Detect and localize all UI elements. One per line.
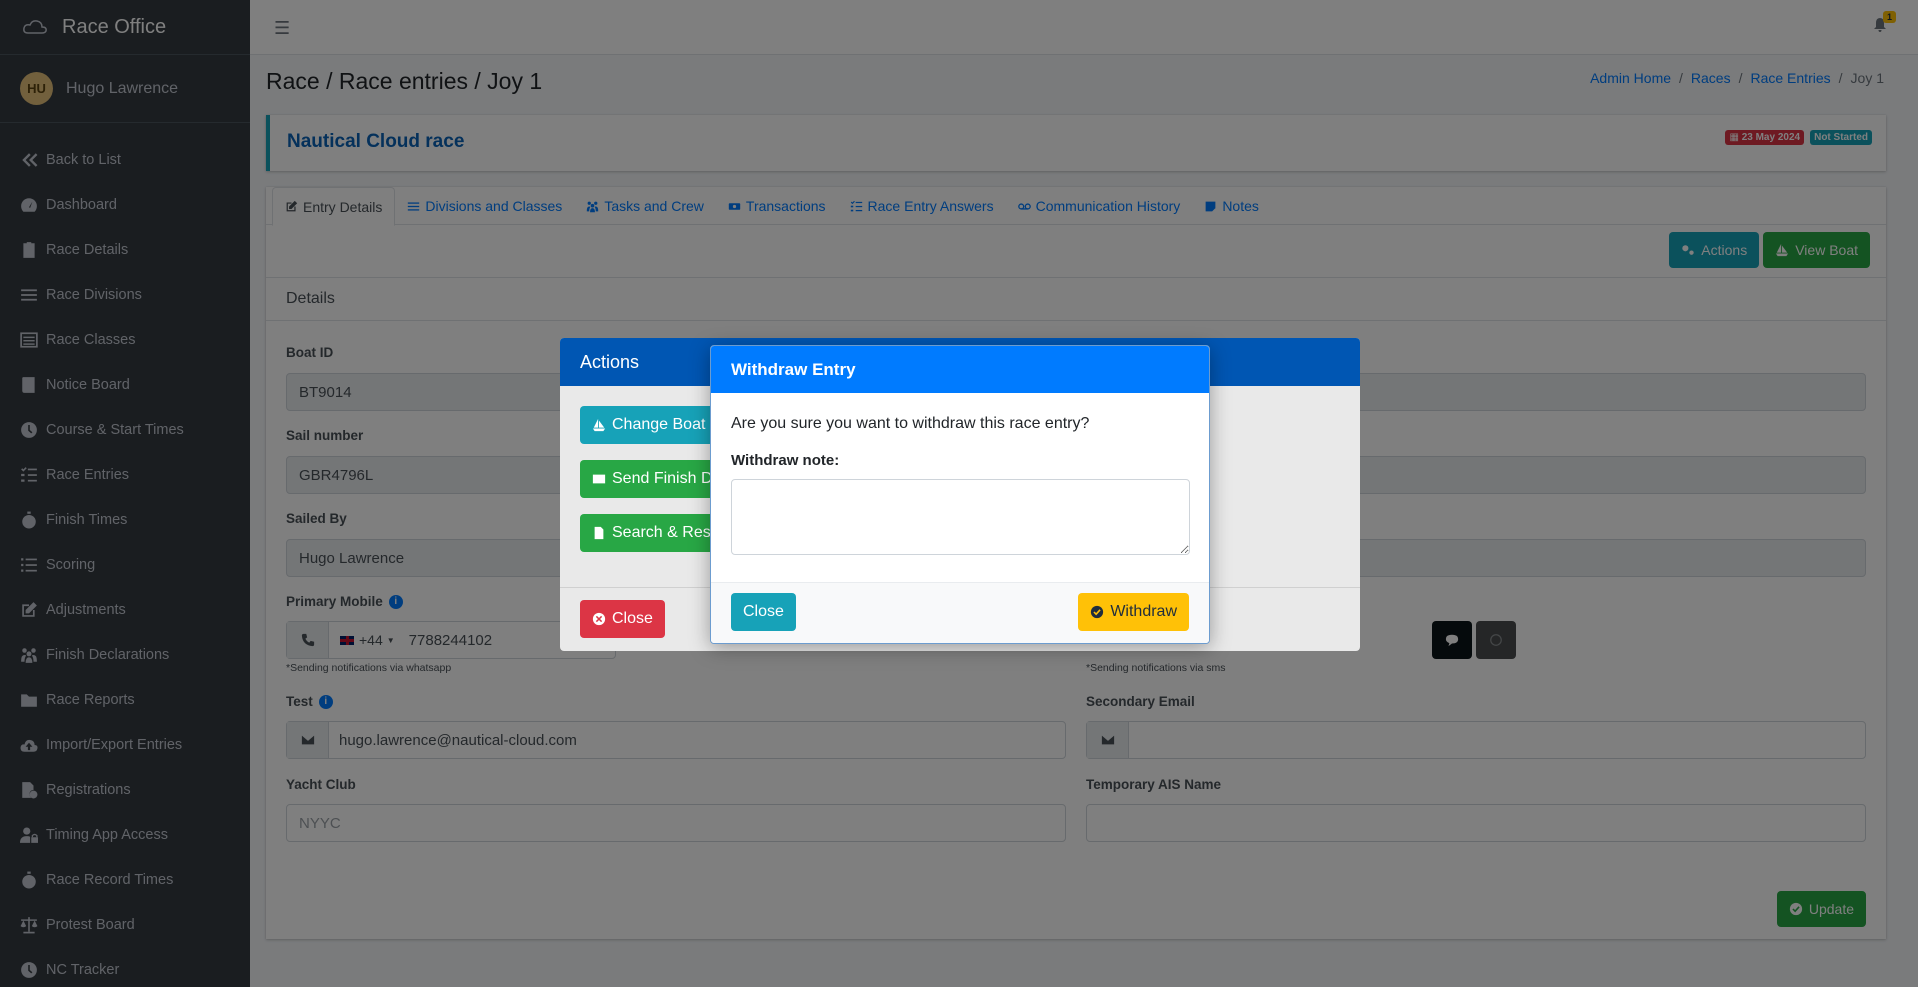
withdraw-modal-footer: Close Withdraw <box>711 582 1209 643</box>
envelope-icon <box>592 474 606 484</box>
close-circle-icon <box>592 612 606 626</box>
withdraw-note-textarea[interactable] <box>731 479 1190 555</box>
withdraw-note-label: Withdraw note: <box>731 452 840 469</box>
withdraw-confirm-button[interactable]: Withdraw <box>1078 593 1189 631</box>
withdraw-close-button[interactable]: Close <box>731 593 796 631</box>
withdraw-modal-body: Are you sure you want to withdraw this r… <box>711 393 1209 560</box>
file-icon <box>594 526 604 540</box>
withdraw-modal-title: Withdraw Entry <box>711 346 1209 393</box>
actions-close-button[interactable]: Close <box>580 600 665 638</box>
check-circle-icon <box>1091 605 1104 619</box>
withdraw-entry-modal: Withdraw Entry Are you sure you want to … <box>710 345 1210 644</box>
withdraw-question: Are you sure you want to withdraw this r… <box>731 415 1090 432</box>
sailboat-icon <box>592 418 606 432</box>
